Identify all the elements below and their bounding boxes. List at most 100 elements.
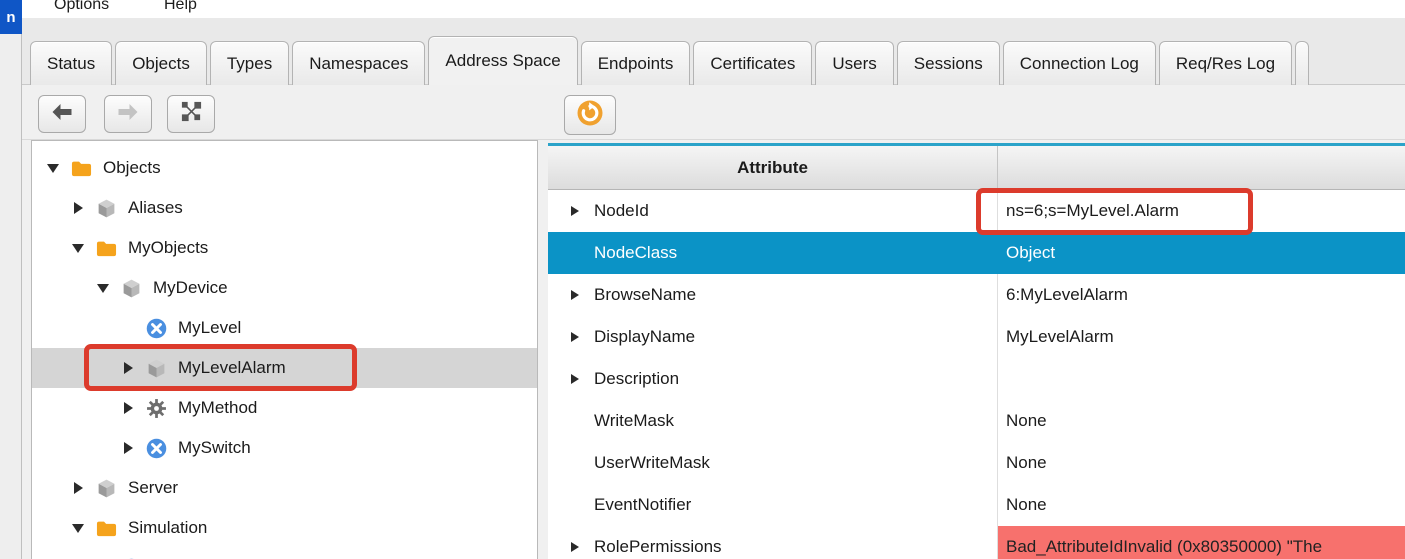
app-window: n Options Help Status Objects Types Name… [0, 0, 1405, 559]
tab-strip: Status Objects Types Namespaces Address … [30, 36, 1309, 85]
forward-arrow-icon [116, 100, 140, 129]
attr-row-description[interactable]: Description [548, 358, 1405, 400]
attr-row-rolepermissions[interactable]: RolePermissions Bad_AttributeIdInvalid (… [548, 526, 1405, 559]
collapse-arrow-icon[interactable] [71, 244, 85, 253]
attr-row-displayname[interactable]: DisplayName MyLevelAlarm [548, 316, 1405, 358]
attr-value: Object [1006, 243, 1055, 263]
tree-item-label: Simulation [128, 518, 207, 538]
tree-item-aliases[interactable]: Aliases [32, 188, 537, 228]
attr-name: BrowseName [594, 285, 696, 305]
tree-item-server[interactable]: Server [32, 468, 537, 508]
menu-help[interactable]: Help [164, 0, 197, 14]
background-app-badge-letter: n [6, 9, 15, 26]
object-cube-icon [96, 478, 117, 499]
attr-name: NodeId [594, 201, 649, 221]
attributes-table: Attribute NodeId ns=6;s=MyLevel.Alarm No… [548, 143, 1405, 559]
expand-arrow-icon[interactable] [71, 202, 85, 214]
tab-certificates[interactable]: Certificates [693, 41, 812, 85]
expand-arrow-icon[interactable] [568, 542, 582, 552]
tab-address-space[interactable]: Address Space [428, 36, 577, 85]
tree-item-label: MySwitch [178, 438, 251, 458]
attr-value: MyLevelAlarm [1006, 327, 1114, 347]
tree-item-simulation[interactable]: Simulation [32, 508, 537, 548]
attributes-table-header: Attribute [548, 146, 1405, 190]
variable-icon [146, 438, 167, 459]
tab-connection-log[interactable]: Connection Log [1003, 41, 1156, 85]
attr-name: EventNotifier [594, 495, 691, 515]
attr-row-writemask[interactable]: WriteMask None [548, 400, 1405, 442]
expand-arrow-icon[interactable] [121, 362, 135, 374]
expand-arrow-icon[interactable] [568, 332, 582, 342]
expand-arrow-icon[interactable] [568, 206, 582, 216]
tree-item-label: MyMethod [178, 398, 257, 418]
expand-arrow-icon[interactable] [568, 290, 582, 300]
object-cube-icon [146, 358, 167, 379]
collapse-arrow-icon[interactable] [71, 524, 85, 533]
expand-arrow-icon[interactable] [121, 442, 135, 454]
expand-arrow-icon[interactable] [568, 374, 582, 384]
attr-name: NodeClass [594, 243, 677, 263]
variable-icon [146, 318, 167, 339]
attr-value: Bad_AttributeIdInvalid (0x80350000) "The [1006, 537, 1322, 557]
menu-options[interactable]: Options [54, 0, 109, 14]
address-space-tree: Objects Aliases MyObjects MyDevice [31, 140, 538, 559]
attribute-column-header[interactable]: Attribute [548, 146, 998, 189]
attr-row-userwritemask[interactable]: UserWriteMask None [548, 442, 1405, 484]
tree-item-mymethod[interactable]: MyMethod [32, 388, 537, 428]
value-column-header[interactable] [998, 146, 1405, 189]
back-arrow-icon [50, 100, 74, 129]
tree-item-myobjects[interactable]: MyObjects [32, 228, 537, 268]
tree-item-objects[interactable]: Objects [32, 148, 537, 188]
tab-types[interactable]: Types [210, 41, 289, 85]
tree-item-mylevelalarm[interactable]: MyLevelAlarm [32, 348, 537, 388]
expand-all-button[interactable] [167, 95, 215, 133]
attr-row-eventnotifier[interactable]: EventNotifier None [548, 484, 1405, 526]
expand-arrow-icon[interactable] [71, 482, 85, 494]
folder-icon [96, 518, 117, 539]
tree-item-label: Server [128, 478, 178, 498]
tree-item-label: Aliases [128, 198, 183, 218]
attr-name: UserWriteMask [594, 453, 710, 473]
tab-status[interactable]: Status [30, 41, 112, 85]
folder-icon [71, 158, 92, 179]
tree-item-mydevice[interactable]: MyDevice [32, 268, 537, 308]
tree-item-mylevel[interactable]: MyLevel [32, 308, 537, 348]
tab-users[interactable]: Users [815, 41, 893, 85]
attr-name: DisplayName [594, 327, 695, 347]
attr-name: WriteMask [594, 411, 674, 431]
attr-row-browsename[interactable]: BrowseName 6:MyLevelAlarm [548, 274, 1405, 316]
expand-arrow-icon[interactable] [121, 402, 135, 414]
attr-value: 6:MyLevelAlarm [1006, 285, 1128, 305]
attr-value: ns=6;s=MyLevel.Alarm [1006, 201, 1179, 221]
folder-icon [96, 238, 117, 259]
tree-item-label: MyObjects [128, 238, 208, 258]
tree-item-partial-clipped[interactable] [32, 548, 537, 559]
tab-endpoints[interactable]: Endpoints [581, 41, 691, 85]
object-cube-icon [121, 278, 142, 299]
tree-item-label: MyDevice [153, 278, 228, 298]
attr-value-error-cell: Bad_AttributeIdInvalid (0x80350000) "The [998, 526, 1405, 559]
collapse-arrow-icon[interactable] [96, 284, 110, 293]
attr-name: Description [594, 369, 679, 389]
forward-button[interactable] [104, 95, 152, 133]
attr-value: None [1006, 495, 1047, 515]
back-button[interactable] [38, 95, 86, 133]
refresh-button[interactable] [564, 95, 616, 135]
object-cube-icon [96, 198, 117, 219]
method-gear-icon [146, 398, 167, 419]
tree-item-myswitch[interactable]: MySwitch [32, 428, 537, 468]
tab-req-res-log[interactable]: Req/Res Log [1159, 41, 1292, 85]
refresh-icon [576, 99, 604, 132]
attr-row-nodeclass[interactable]: NodeClass Object [548, 232, 1405, 274]
tree-item-label: MyLevelAlarm [178, 358, 286, 378]
tab-sessions[interactable]: Sessions [897, 41, 1000, 85]
attr-name: RolePermissions [594, 537, 722, 557]
tab-namespaces[interactable]: Namespaces [292, 41, 425, 85]
tab-partial-clipped[interactable] [1295, 41, 1309, 85]
attr-row-nodeid[interactable]: NodeId ns=6;s=MyLevel.Alarm [548, 190, 1405, 232]
tree-item-label: MyLevel [178, 318, 241, 338]
menubar: Options Help [22, 0, 1405, 18]
tab-objects[interactable]: Objects [115, 41, 207, 85]
collapse-arrow-icon[interactable] [46, 164, 60, 173]
expand-nodes-icon [180, 100, 203, 128]
